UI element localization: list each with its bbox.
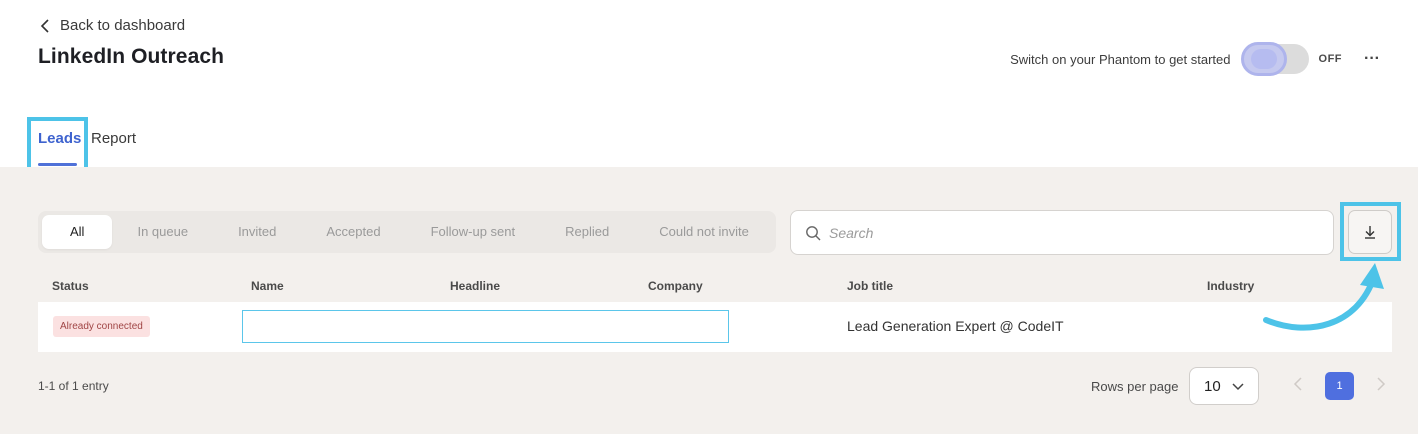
- rows-per-page-value: 10: [1204, 377, 1221, 395]
- search-icon: [806, 225, 821, 240]
- download-button[interactable]: [1348, 210, 1392, 254]
- back-link-label: Back to dashboard: [60, 17, 186, 34]
- page: Back to dashboard LinkedIn Outreach Swit…: [0, 0, 1418, 434]
- annotation-arrow-icon: [1263, 263, 1384, 331]
- rows-per-page-select[interactable]: 10: [1189, 367, 1259, 405]
- column-header-status[interactable]: Status: [52, 279, 89, 293]
- chevron-left-icon[interactable]: [1292, 376, 1304, 392]
- table-row[interactable]: Already connected Lead Generation Expert…: [38, 302, 1392, 352]
- filter-could-not-invite[interactable]: Could not invite: [634, 215, 774, 249]
- status-filter-bar: All In queue Invited Accepted Follow-up …: [38, 211, 776, 253]
- job-title-cell: Lead Generation Expert @ CodeIT: [847, 318, 1064, 334]
- entries-count: 1-1 of 1 entry: [38, 379, 109, 393]
- toggle-knob: [1240, 42, 1287, 76]
- back-to-dashboard-link[interactable]: Back to dashboard: [40, 17, 185, 34]
- switch-hint-text: Switch on your Phantom to get started: [1010, 51, 1231, 67]
- filter-invited[interactable]: Invited: [213, 215, 301, 249]
- search-input[interactable]: [829, 224, 1309, 241]
- status-badge: Already connected: [53, 316, 150, 337]
- chevron-left-icon: [40, 18, 49, 33]
- leads-panel: All In queue Invited Accepted Follow-up …: [0, 167, 1418, 434]
- chevron-right-icon[interactable]: [1375, 376, 1387, 392]
- rows-per-page-label: Rows per page: [1091, 379, 1179, 394]
- page-title: LinkedIn Outreach: [38, 45, 225, 68]
- column-header-headline[interactable]: Headline: [450, 279, 500, 293]
- toggle-state-label: OFF: [1318, 53, 1343, 65]
- filter-all[interactable]: All: [42, 215, 113, 249]
- name-cell-highlight: [242, 310, 729, 343]
- filter-replied[interactable]: Replied: [540, 215, 634, 249]
- tab-report[interactable]: Report: [91, 130, 136, 147]
- search-box: [790, 210, 1334, 255]
- filter-follow-up-sent[interactable]: Follow-up sent: [406, 215, 541, 249]
- chevron-down-icon: [1232, 383, 1244, 391]
- column-header-job-title[interactable]: Job title: [847, 279, 893, 293]
- phantom-toggle[interactable]: [1240, 42, 1309, 76]
- phantom-switch-area: Switch on your Phantom to get started OF…: [1010, 42, 1380, 76]
- page-number-button[interactable]: 1: [1325, 372, 1354, 400]
- active-tab-indicator: [38, 163, 77, 166]
- download-icon: [1365, 226, 1375, 239]
- more-options-icon[interactable]: ···: [1364, 51, 1380, 67]
- column-header-company[interactable]: Company: [648, 279, 703, 293]
- tab-leads[interactable]: Leads: [38, 130, 81, 147]
- column-header-name[interactable]: Name: [251, 279, 284, 293]
- filter-in-queue[interactable]: In queue: [112, 215, 213, 249]
- column-header-industry[interactable]: Industry: [1207, 279, 1254, 293]
- filter-accepted[interactable]: Accepted: [301, 215, 405, 249]
